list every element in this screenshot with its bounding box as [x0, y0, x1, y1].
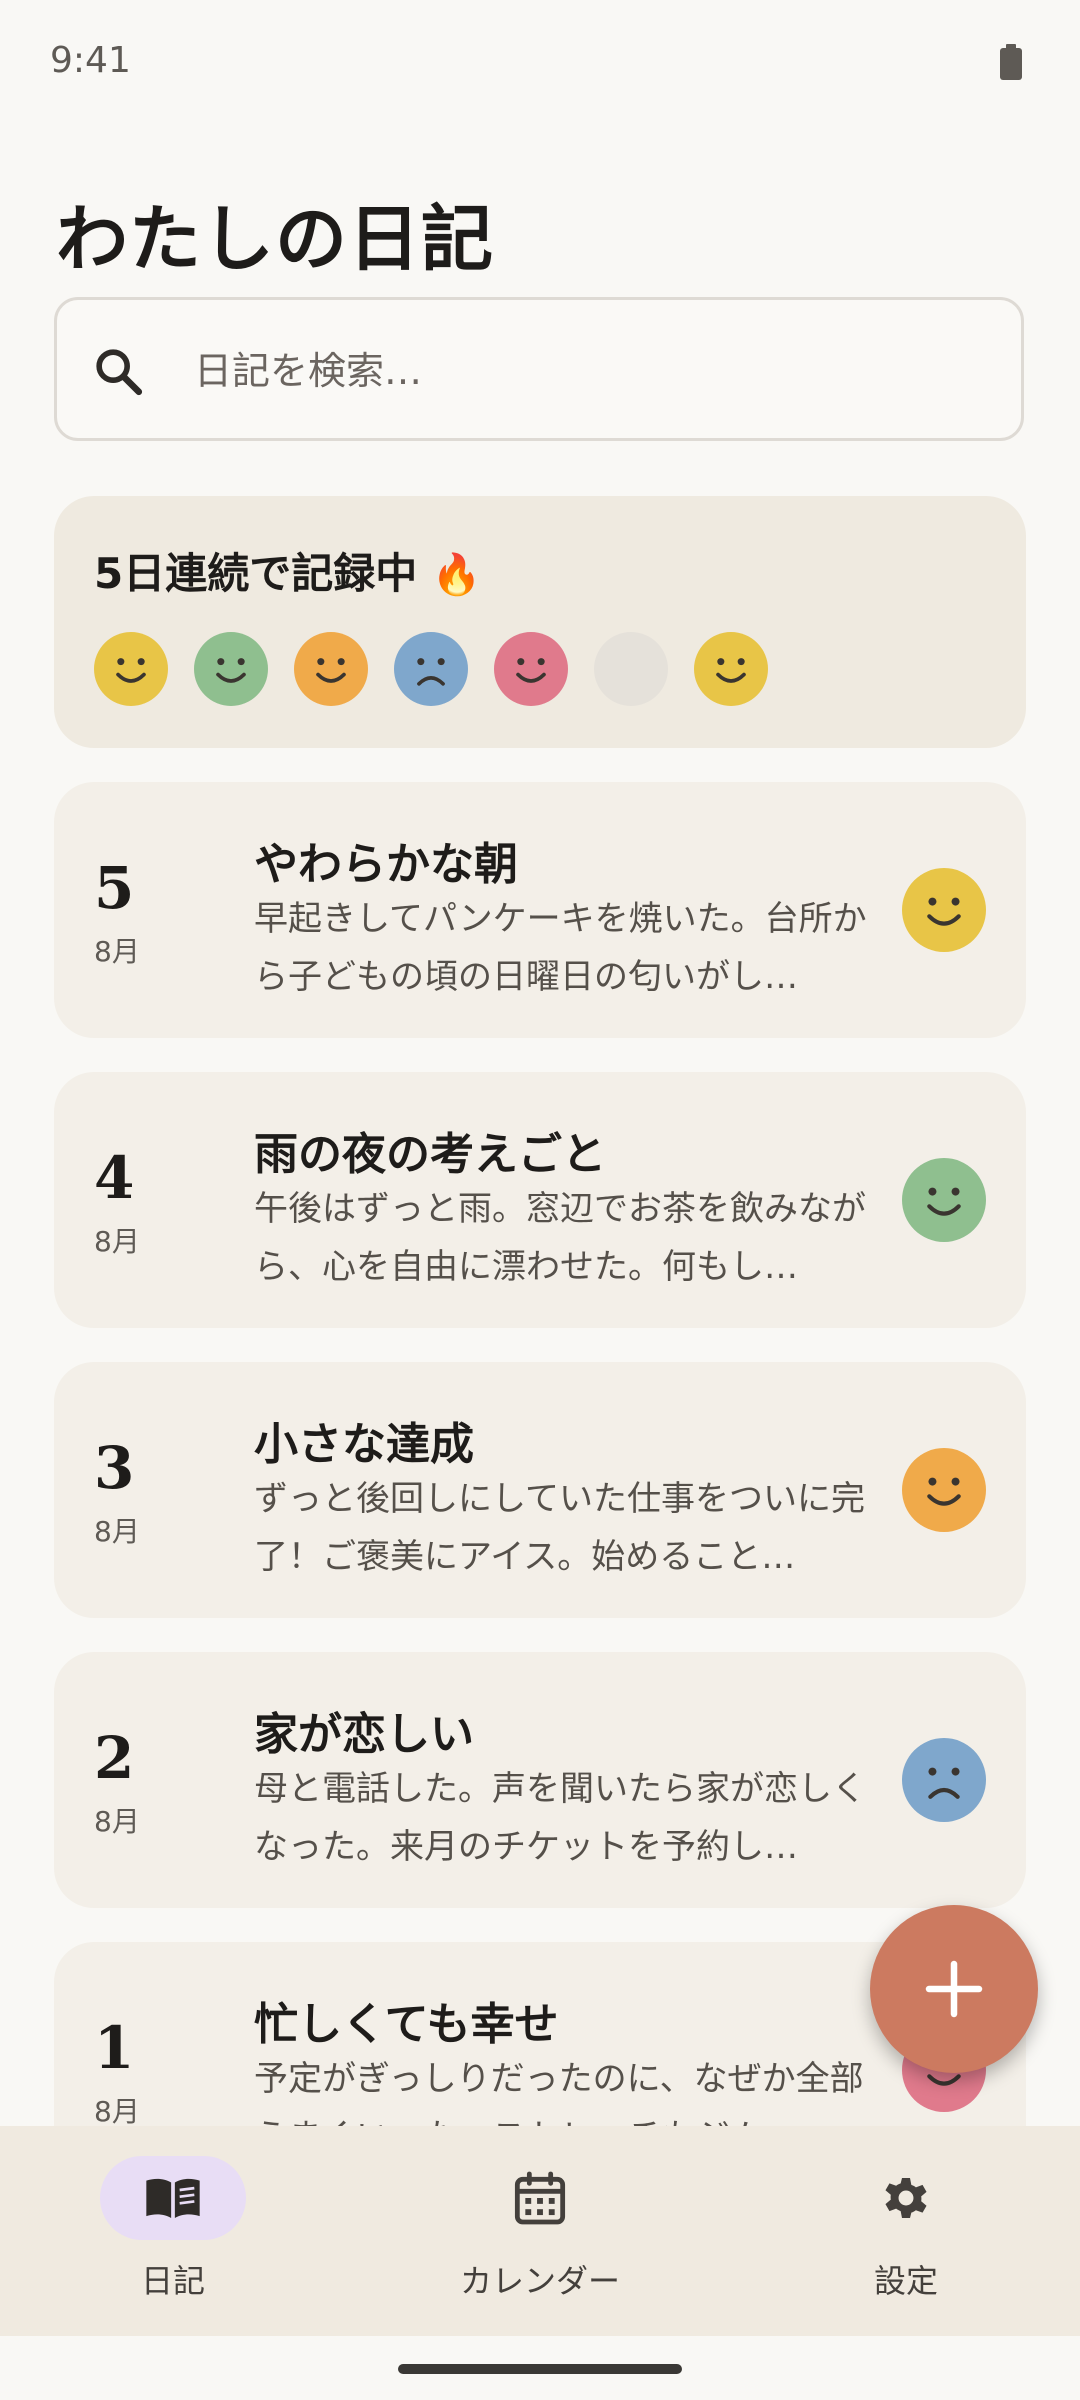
entry-preview: 母と電話した。声を聞いたら家が恋しくなった。来月のチケットを予約し… [254, 1769, 866, 1867]
streak-label: 5日連続で記録中 🔥 [94, 540, 482, 601]
nav-label-settings: 設定 [873, 2262, 938, 2300]
entry-mood [902, 1448, 986, 1532]
smiley-face-icon [94, 632, 168, 706]
nav-item-calendar[interactable]: カレンダー [390, 2126, 690, 2336]
entry-month: 8月 [94, 1225, 140, 1258]
streak-card: 5日連続で記録中 🔥 [54, 496, 1026, 748]
streak-day-3 [294, 632, 368, 706]
empty-mood-icon [594, 632, 668, 706]
search-input[interactable] [192, 340, 976, 402]
entry-mood [902, 1738, 986, 1822]
entry-card[interactable]: 2 8月 家が恋しい母と電話した。声を聞いたら家が恋しくなった。来月のチケットを予約… [54, 1652, 1026, 1908]
smiley-face-icon [902, 1448, 986, 1532]
streak-day-6 [594, 632, 668, 706]
nav-item-diary[interactable]: 日記 [23, 2126, 323, 2336]
status-bar: 9:41 [0, 0, 1080, 130]
streak-day-5 [494, 632, 568, 706]
smiley-face-icon [494, 632, 568, 706]
entry-preview: ずっと後回しにしていた仕事をついに完了！ご褒美にアイス。始めること… [254, 1479, 865, 1577]
entry-title: 家が恋しい [254, 1709, 474, 1760]
nav-label-calendar: カレンダー [459, 2262, 620, 2300]
entry-mood [902, 868, 986, 952]
smiley-face-icon [194, 632, 268, 706]
entry-card[interactable]: 3 8月 小さな達成ずっと後回しにしていた仕事をついに完了！ご褒美にアイス。始めるこ… [54, 1362, 1026, 1618]
entry-preview: 午後はずっと雨。窓辺でお茶を飲みながら、心を自由に漂わせた。何もし… [254, 1189, 866, 1287]
status-time: 9:41 [50, 40, 131, 81]
battery-icon [1000, 44, 1022, 80]
streak-text: 5日連続で記録中 [94, 549, 418, 598]
entry-day: 3 [94, 1434, 135, 1502]
entry-day: 2 [94, 1724, 135, 1792]
fire-icon: 🔥 [431, 552, 482, 598]
streak-day-2 [194, 632, 268, 706]
search-icon [96, 349, 143, 396]
page-title: わたしの日記 [56, 196, 495, 281]
entry-day: 4 [94, 1144, 135, 1212]
gear-icon [885, 2178, 927, 2218]
sad-face-icon [394, 632, 468, 706]
entry-month: 8月 [94, 935, 140, 968]
bottom-navigation: 日記 カレンダー 設定 [0, 2126, 1080, 2336]
entry-title: 小さな達成 [254, 1419, 474, 1470]
streak-day-1 [94, 632, 168, 706]
smiley-face-icon [694, 632, 768, 706]
calendar-icon [514, 2171, 566, 2225]
entry-day: 1 [94, 2014, 135, 2082]
search-box[interactable] [54, 297, 1024, 441]
smiley-face-icon [902, 868, 986, 952]
entry-month: 8月 [94, 1515, 140, 1548]
entry-title: 雨の夜の考えごと [254, 1129, 606, 1180]
streak-day-7 [694, 632, 768, 706]
entry-title: 忙しくても幸せ [254, 1999, 559, 2050]
book-icon [146, 2178, 200, 2218]
entry-mood [902, 1158, 986, 1242]
entry-month: 8月 [94, 1805, 140, 1838]
plus-icon [925, 1960, 983, 2018]
nav-label-diary: 日記 [140, 2262, 205, 2300]
smiley-face-icon [294, 632, 368, 706]
streak-day-4 [394, 632, 468, 706]
smiley-face-icon [902, 1158, 986, 1242]
sad-face-icon [902, 1738, 986, 1822]
entry-month: 8月 [94, 2095, 140, 2128]
nav-item-settings[interactable]: 設定 [756, 2126, 1056, 2336]
entry-preview: 早起きしてパンケーキを焼いた。台所から子どもの頃の日曜日の匂いがし… [254, 899, 867, 997]
add-entry-button[interactable] [870, 1905, 1038, 2073]
entry-day: 5 [94, 854, 135, 922]
entry-card[interactable]: 4 8月 雨の夜の考えごと午後はずっと雨。窓辺でお茶を飲みながら、心を自由に漂わせた… [54, 1072, 1026, 1328]
entry-card[interactable]: 5 8月 やわらかな朝早起きしてパンケーキを焼いた。台所から子どもの頃の日曜日の匂い… [54, 782, 1026, 1038]
entry-title: やわらかな朝 [254, 839, 518, 890]
gesture-bar [398, 2364, 682, 2374]
